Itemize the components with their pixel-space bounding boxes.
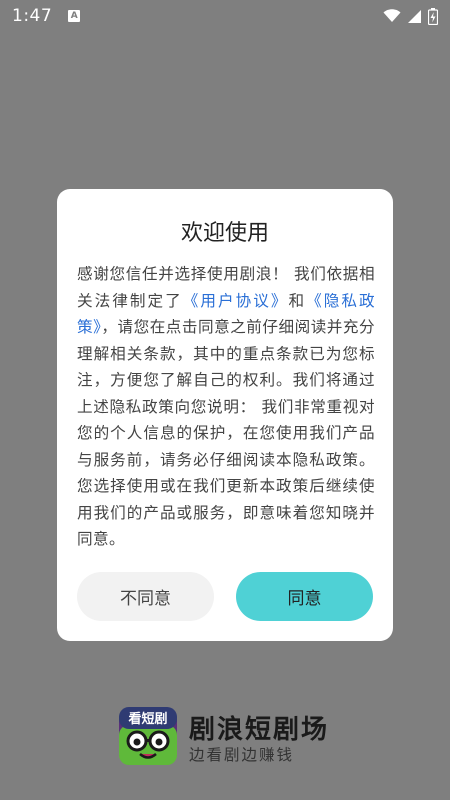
body-text-2: 和 (288, 291, 307, 310)
logo-text: 看短剧 (128, 711, 167, 727)
agree-button[interactable]: 同意 (236, 572, 373, 621)
brand-name: 剧浪短剧场 (189, 715, 330, 745)
battery-icon (428, 7, 438, 25)
signal-icon (408, 9, 421, 23)
status-right (383, 7, 438, 25)
body-text-3: ，请您在点击同意之前仔细阅读并充分理解相关条款，其中的重点条款已为您标注，方便您… (77, 318, 375, 548)
brand-slogan: 边看剧边赚钱 (189, 746, 295, 764)
status-time: 1:47 (12, 6, 53, 26)
app-logo-icon: 看短剧 (119, 707, 177, 765)
notification-a-icon: A (68, 10, 81, 22)
dialog-title: 欢迎使用 (180, 221, 269, 246)
disagree-button[interactable]: 不同意 (77, 572, 214, 621)
brand-footer: 看短剧 剧浪短剧场 边看剧边赚钱 (119, 707, 339, 767)
status-left: 1:47 A (12, 6, 81, 26)
wifi-icon (383, 9, 401, 22)
user-agreement-link[interactable]: 《用户协议》 (183, 292, 289, 310)
privacy-dialog: 欢迎使用 感谢您信任并选择使用剧浪！ 我们依据相关法律制定了《用户协议》和《隐私… (57, 189, 393, 641)
status-bar: 1:47 A (0, 0, 450, 32)
dialog-body: 感谢您信任并选择使用剧浪！ 我们依据相关法律制定了《用户协议》和《隐私政策》，请… (77, 261, 375, 553)
